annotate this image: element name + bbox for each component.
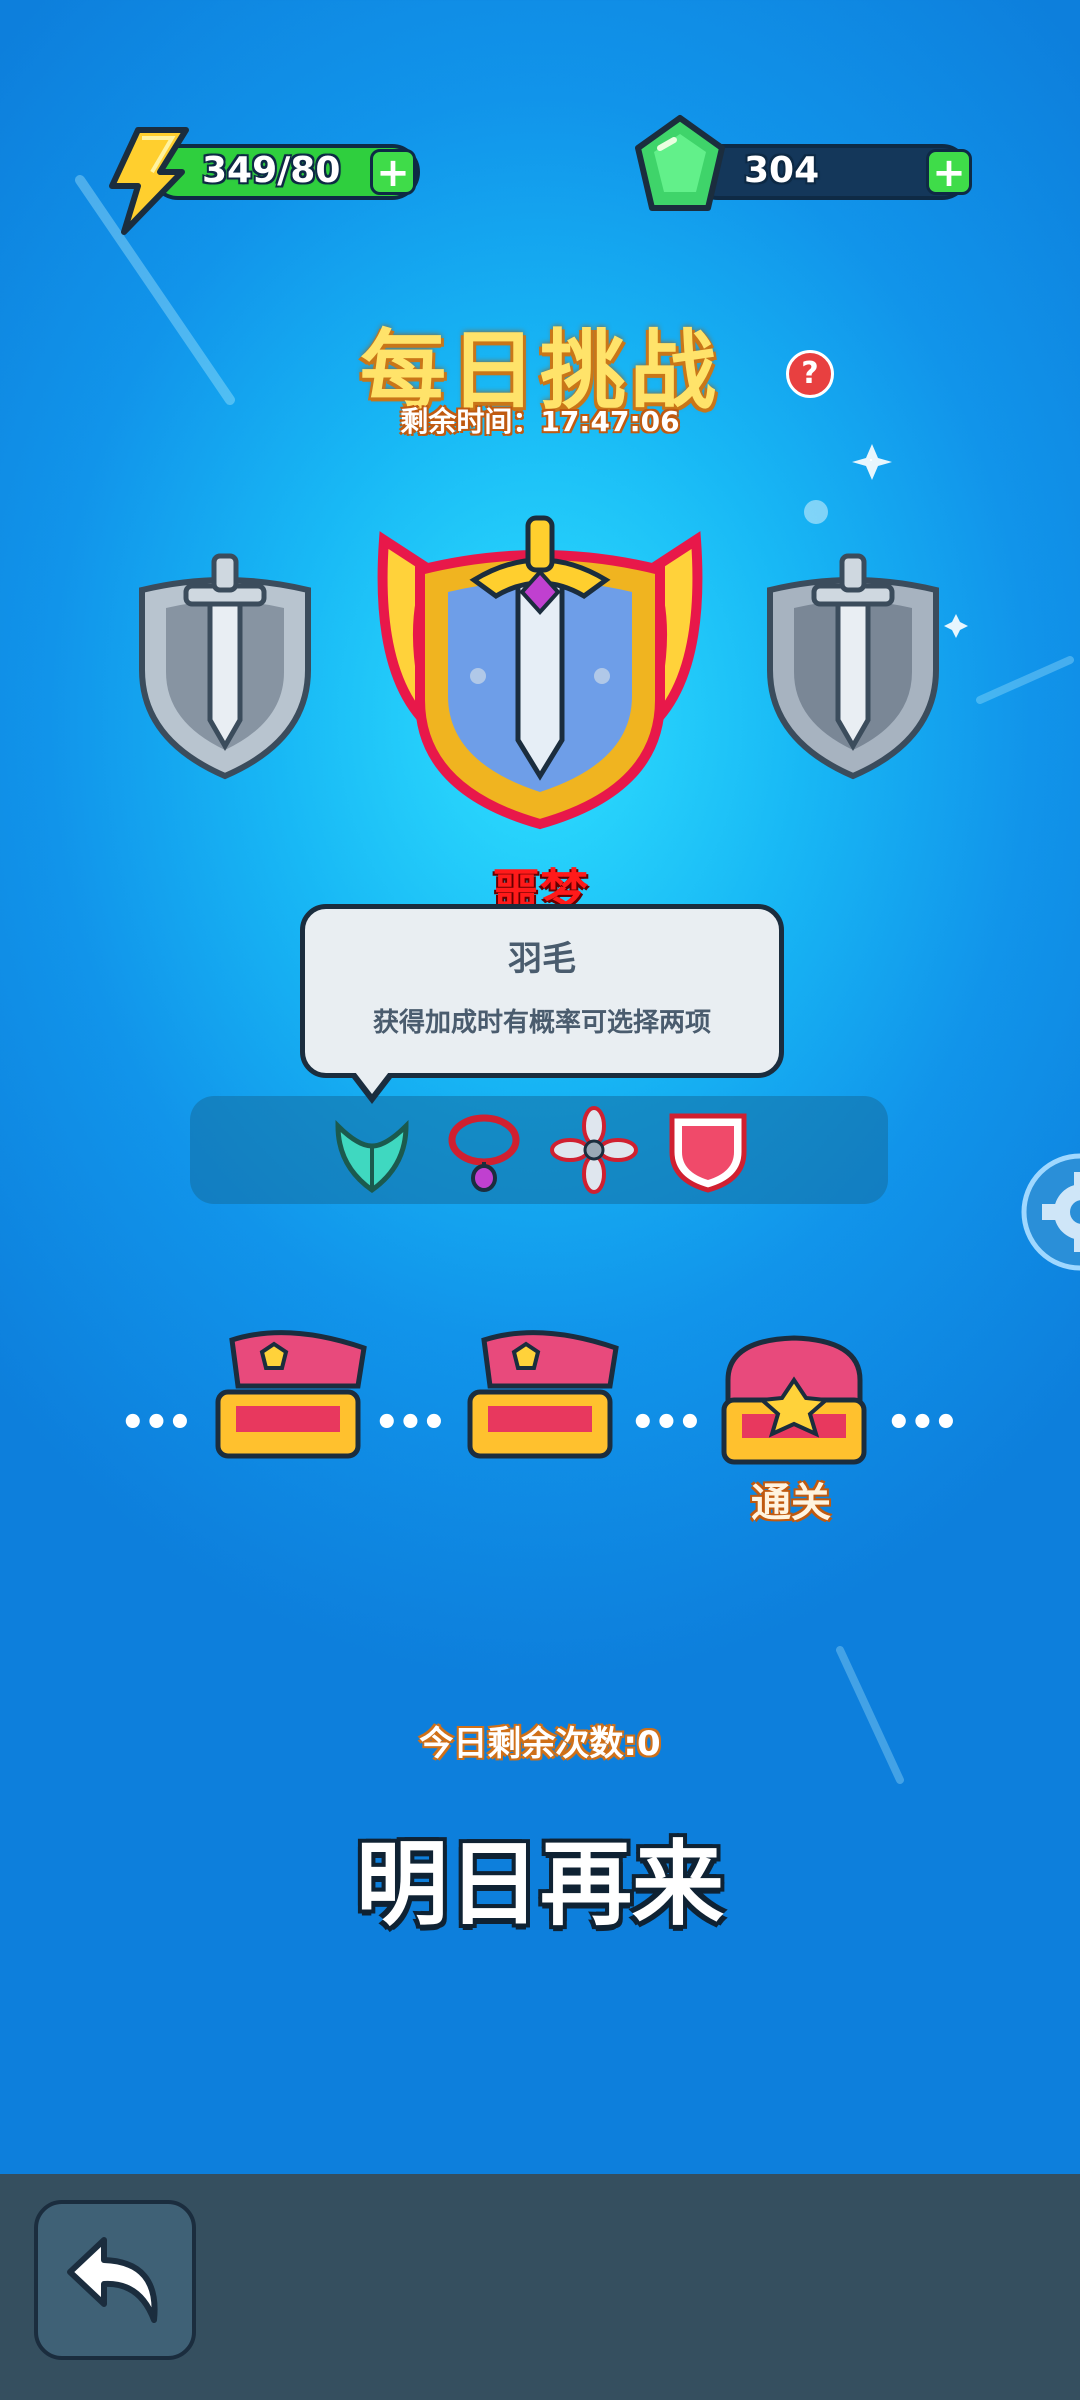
gem-bar: 304 + (690, 144, 972, 200)
gem-value: 304 (744, 150, 820, 191)
hard-shield[interactable] (758, 550, 948, 780)
lightning-icon (109, 127, 189, 235)
progress-dots: ••• (374, 1400, 447, 1446)
buff-panel (190, 1096, 888, 1204)
progress-dots: ••• (630, 1400, 703, 1446)
countdown-timer: 剩余时间：17:47:06 (400, 405, 680, 438)
nightmare-shield[interactable] (364, 500, 716, 830)
progress-dots: ••• (886, 1400, 959, 1446)
energy-value: 349/80 (202, 150, 341, 191)
clear-reward-label: 通关 (751, 1480, 831, 1526)
back-button[interactable] (34, 2200, 196, 2360)
reward-chest-opened[interactable] (460, 1326, 620, 1466)
gem-icon (635, 115, 725, 211)
help-button[interactable]: ? (786, 350, 834, 398)
energy-bar: 349/80 + (150, 144, 420, 200)
shield-icon[interactable] (664, 1106, 752, 1194)
tooltip-title: 羽毛 (508, 939, 576, 979)
buff-tooltip: 羽毛 获得加成时有概率可选择两项 (300, 904, 784, 1078)
necklace-icon[interactable] (440, 1106, 528, 1194)
gear-icon[interactable] (1020, 1152, 1080, 1272)
tooltip-description: 获得加成时有概率可选择两项 (372, 1008, 711, 1038)
easy-shield[interactable] (130, 550, 320, 780)
reward-chest-closed[interactable] (714, 1330, 874, 1470)
back-arrow-icon (67, 2237, 158, 2323)
remaining-attempts: 今日剩余次数:0 (419, 1724, 661, 1764)
feather-icon[interactable] (328, 1106, 416, 1194)
progress-dots: ••• (120, 1400, 193, 1446)
propeller-icon[interactable] (550, 1106, 638, 1194)
add-energy-button[interactable]: + (370, 149, 416, 195)
reward-chest-opened[interactable] (208, 1326, 368, 1466)
add-gems-button[interactable]: + (926, 149, 972, 195)
tooltip-tail-fill (352, 1068, 392, 1094)
come-back-tomorrow: 明日再来 (355, 1831, 724, 1938)
